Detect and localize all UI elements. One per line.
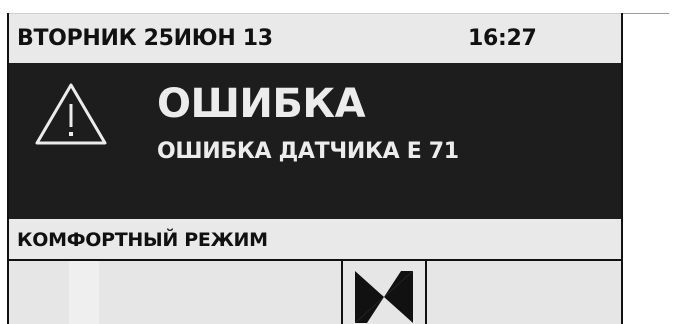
display-frame: ВТОРНИК 25ИЮН 13 16:27 ОШИБКА ОШИБКА ДАТ… bbox=[7, 13, 623, 324]
error-panel: ОШИБКА ОШИБКА ДАТЧИКА Е 71 bbox=[9, 63, 621, 219]
divider-line bbox=[623, 13, 669, 14]
mode-label: КОМФОРТНЫЙ РЕЖИМ bbox=[17, 229, 268, 251]
lower-stripe bbox=[69, 261, 99, 324]
mode-bar: КОМФОРТНЫЙ РЕЖИМ bbox=[9, 219, 621, 259]
date-label: ВТОРНИК 25ИЮН 13 bbox=[17, 26, 273, 51]
error-detail: ОШИБКА ДАТЧИКА Е 71 bbox=[157, 139, 459, 164]
device-screen: ВТОРНИК 25ИЮН 13 16:27 ОШИБКА ОШИБКА ДАТ… bbox=[0, 0, 676, 324]
lower-panel bbox=[9, 259, 621, 324]
fan-icon bbox=[355, 271, 413, 323]
warning-icon bbox=[35, 83, 107, 145]
time-label: 16:27 bbox=[468, 26, 537, 51]
error-title: ОШИБКА bbox=[157, 81, 366, 127]
status-bar: ВТОРНИК 25ИЮН 13 16:27 bbox=[9, 13, 621, 63]
fan-button[interactable] bbox=[341, 259, 427, 324]
